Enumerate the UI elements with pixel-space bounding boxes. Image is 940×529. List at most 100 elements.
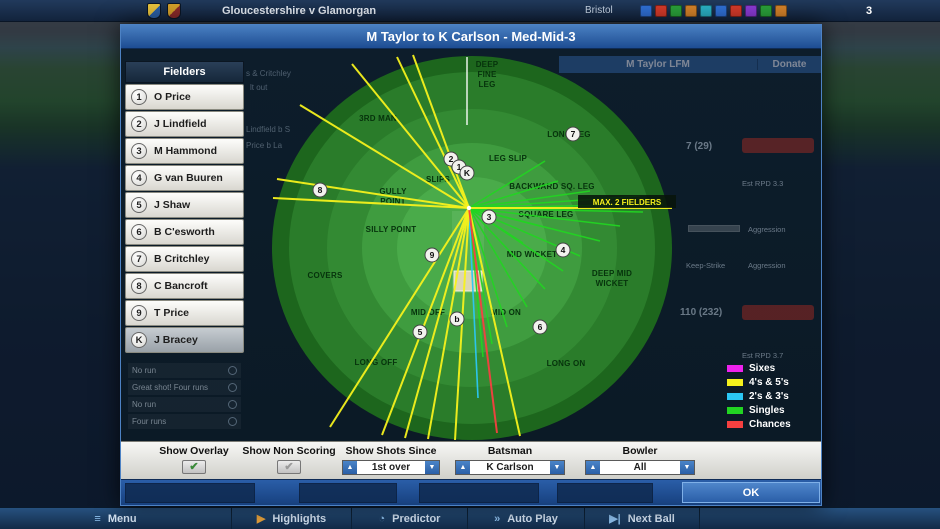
batsman-dropdown[interactable]: ▲ K Carlson ▼ — [455, 460, 565, 475]
fielder-marker-label: b — [454, 314, 459, 324]
show-non-scoring-checkbox[interactable]: ✔ — [277, 460, 301, 474]
fielder-row[interactable]: 5 J Shaw — [125, 192, 244, 218]
show-overlay-checkbox[interactable]: ✔ — [182, 460, 206, 474]
dimmed-red-button-1 — [742, 138, 814, 153]
nav-item-label: Menu — [108, 513, 137, 525]
shots-since-down-arrow-icon[interactable]: ▼ — [425, 461, 439, 474]
fielder-name: J Shaw — [154, 199, 190, 211]
match-top-bar: Gloucestershire v Glamorgan Bristol 3 — [0, 0, 940, 22]
fielder-marker-label: 2 — [449, 154, 454, 164]
legend-swatch — [727, 379, 743, 386]
dimmed-commentary-text: Great shot! Four runs — [132, 383, 208, 392]
away-team-crest-icon — [167, 3, 181, 19]
batsman-up-arrow-icon[interactable]: ▲ — [456, 461, 470, 474]
shot-legend: Sixes4's & 5's 2's & 3's Singles Chances — [727, 361, 821, 431]
dimmed-commentary-text: No run — [132, 400, 156, 409]
fielders-list: 1O Price 2 J Lindfield 3M Hammond 4 G van Buu… — [125, 84, 244, 353]
autoplay-icon: » — [494, 513, 500, 525]
fielder-number-badge: 8 — [131, 278, 147, 294]
legend-swatch — [727, 365, 743, 372]
fielder-marker-label: 3 — [487, 212, 492, 222]
batsman-value: K Carlson — [470, 461, 550, 474]
fielder-number-badge: 5 — [131, 197, 147, 213]
fielder-name: J Lindfield — [154, 118, 207, 130]
legend-row: Chances — [727, 417, 821, 431]
nav-item-menu[interactable]: ≡Menu — [0, 508, 232, 529]
fielder-marker-label: 9 — [430, 250, 435, 260]
fielder-marker-label: 7 — [571, 129, 576, 139]
nav-item-label: Predictor — [392, 513, 440, 525]
form-square-icon — [775, 5, 787, 17]
fielder-name: B Critchley — [154, 253, 209, 265]
dimmed-commentary-row: No run — [128, 363, 241, 378]
legend-label: 2's & 3's — [749, 391, 789, 402]
fielder-name: C Bancroft — [154, 280, 208, 292]
form-square-icon — [715, 5, 727, 17]
form-square-icon — [670, 5, 682, 17]
ball-icon — [228, 383, 237, 392]
fielder-number-badge: 2 — [131, 116, 147, 132]
legend-label: Sixes — [749, 363, 775, 374]
fielder-row[interactable]: 4 G van Buuren — [125, 165, 244, 191]
form-square-icon — [640, 5, 652, 17]
nav-item-label: Next Ball — [628, 513, 675, 525]
legend-row: 4's & 5's — [727, 375, 821, 389]
legend-row: 2's & 3's — [727, 389, 821, 403]
bowler-down-arrow-icon[interactable]: ▼ — [680, 461, 694, 474]
field-position-label: DEEPFINELEG — [476, 60, 499, 89]
fielder-row[interactable]: 7B Critchley — [125, 246, 244, 272]
dimmed-donate-button: Donate — [757, 59, 821, 70]
fielder-row[interactable]: 6B C'esworth — [125, 219, 244, 245]
dimmed-button — [125, 483, 255, 503]
legend-label: Chances — [749, 419, 791, 430]
fielder-number-badge: K — [131, 332, 147, 348]
venue-label: Bristol — [585, 0, 613, 22]
nav-item-predictor[interactable]: ◔Predictor — [352, 508, 468, 529]
fielder-row[interactable]: 1O Price — [125, 84, 244, 110]
field-position-label: LONG ON — [547, 359, 586, 368]
fielder-marker-label: 4 — [561, 245, 566, 255]
overlay-controls: Show Overlay ✔ Show Non Scoring ✔ Show S… — [121, 441, 821, 479]
legend-swatch — [727, 393, 743, 400]
fielder-name: T Price — [154, 307, 189, 319]
fielder-row[interactable]: KJ Bracey — [125, 327, 244, 353]
fielder-name: G van Buuren — [154, 172, 223, 184]
shots-since-dropdown[interactable]: ▲ 1st over ▼ — [342, 460, 440, 475]
fielder-number-badge: 4 — [131, 170, 147, 186]
bowler-group: Bowler ▲ All ▼ — [585, 445, 695, 475]
legend-row: Sixes — [727, 361, 821, 375]
legend-label: Singles — [749, 405, 785, 416]
field-position-label: LONG OFF — [355, 358, 398, 367]
bottom-nav-bar: ≡Menu▶Highlights◔Predictor » Auto Play ▶|Ne… — [0, 507, 940, 529]
fielder-row[interactable]: 8 C Bancroft — [125, 273, 244, 299]
legend-swatch — [727, 407, 743, 414]
field-position-label: MID WICKET — [507, 250, 557, 259]
fielder-row[interactable]: 3M Hammond — [125, 138, 244, 164]
fielder-name: O Price — [154, 91, 191, 103]
dimmed-aggression-bar-1 — [688, 225, 740, 232]
dimmed-commentary-text: No run — [132, 366, 156, 375]
dimmed-commentary-row: Great shot! Four runs — [128, 380, 241, 395]
nav-item-next-ball[interactable]: ▶|Next Ball — [585, 508, 700, 529]
fielder-number-badge: 6 — [131, 224, 147, 240]
form-square-icon — [685, 5, 697, 17]
dialog-button-bar: OK — [121, 479, 821, 505]
fielders-panel: Fielders 1O Price2J Lindfield3M Hammond4… — [125, 61, 244, 353]
fielder-row[interactable]: 9T Price — [125, 300, 244, 326]
nav-item-label: Auto Play — [507, 513, 558, 525]
match-title: Gloucestershire v Glamorgan — [222, 0, 376, 22]
form-square-icon — [655, 5, 667, 17]
nav-item-highlights[interactable]: ▶Highlights — [232, 508, 352, 529]
bowler-dropdown[interactable]: ▲ All ▼ — [585, 460, 695, 475]
bowler-up-arrow-icon[interactable]: ▲ — [586, 461, 600, 474]
ok-button[interactable]: OK — [682, 482, 820, 503]
batsman-label: Batsman — [455, 445, 565, 457]
field-position-label: MID ON — [491, 308, 521, 317]
batsman-down-arrow-icon[interactable]: ▼ — [550, 461, 564, 474]
over-ball-count: 3 — [866, 0, 872, 22]
nav-item-auto-play[interactable]: » Auto Play — [468, 508, 585, 529]
shots-since-label: Show Shots Since — [342, 445, 440, 457]
dimmed-commentary-text: Four runs — [132, 417, 166, 426]
shots-since-up-arrow-icon[interactable]: ▲ — [343, 461, 357, 474]
fielder-row[interactable]: 2 J Lindfield — [125, 111, 244, 137]
